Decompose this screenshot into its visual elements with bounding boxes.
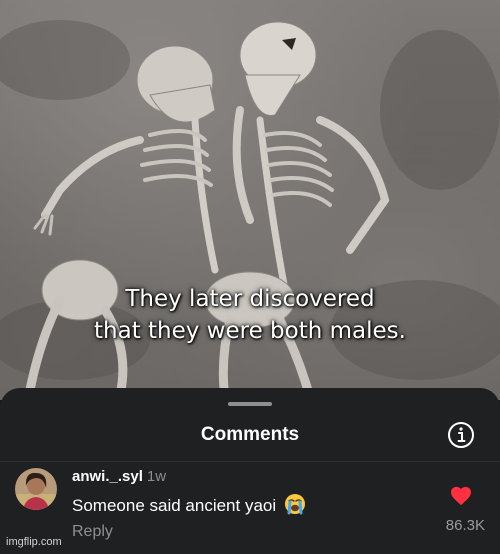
caption-line-2: that they were both males. xyxy=(94,318,406,344)
reply-button[interactable]: Reply xyxy=(72,523,113,541)
username-text[interactable]: anwi._.syl xyxy=(72,468,143,485)
comments-title: Comments xyxy=(200,424,300,445)
comment-username[interactable]: anwi._.syl 1w xyxy=(72,468,166,485)
avatar-image xyxy=(15,468,57,510)
comment-time: 1w xyxy=(146,468,167,485)
avatar[interactable] xyxy=(15,468,57,510)
heart-like-icon[interactable] xyxy=(450,486,472,506)
comments-sheet: Comments anwi._.syl 1w Someone said ancie… xyxy=(0,388,500,554)
loudly-crying-emoji-icon xyxy=(284,493,306,520)
comment-body: Someone said ancient yaoi xyxy=(72,493,306,520)
caption-line-1: They later discovered xyxy=(125,286,375,312)
imgflip-watermark: imgflip.com xyxy=(6,536,62,548)
like-count: 86.3K xyxy=(445,517,485,534)
comment-text: Someone said ancient yaoi xyxy=(72,496,277,515)
sheet-divider xyxy=(0,461,500,462)
info-icon[interactable] xyxy=(446,420,476,450)
meme-caption: They later discovered that they were bot… xyxy=(0,283,500,347)
skeletons-photo: They later discovered that they were bot… xyxy=(0,0,500,400)
sheet-grabber-handle[interactable] xyxy=(228,402,272,406)
